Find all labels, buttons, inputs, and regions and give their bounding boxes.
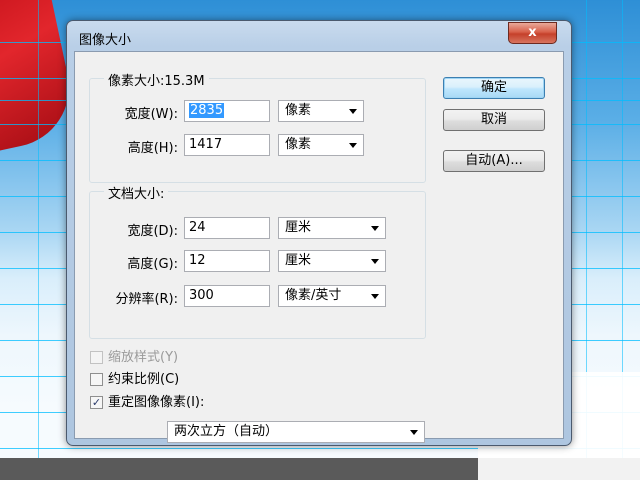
doc-width-value: 24	[189, 220, 206, 235]
pixel-width-unit: 像素	[285, 103, 312, 118]
resolution-label: 分辨率(R):	[115, 292, 178, 307]
cancel-button[interactable]: 取消	[443, 109, 545, 131]
pixel-width-input[interactable]: 2835	[184, 100, 270, 122]
resample-label: 重定图像像素(I):	[108, 395, 205, 410]
check-icon: ✓	[90, 396, 103, 409]
image-size-dialog: 图像大小 x 像素大小:15.3M 宽度(W): 2835 像素 高度(H): …	[66, 20, 572, 446]
pixel-height-value: 1417	[189, 137, 223, 152]
doc-width-unit-select[interactable]: 厘米	[278, 217, 386, 239]
resample-method-value: 两次立方（自动）	[174, 424, 279, 439]
chevron-down-icon	[371, 294, 379, 299]
resample-method-select[interactable]: 两次立方（自动）	[167, 421, 425, 443]
title-bar[interactable]: 图像大小 x	[67, 21, 571, 51]
resolution-unit-select[interactable]: 像素/英寸	[278, 285, 386, 307]
resolution-unit: 像素/英寸	[285, 288, 342, 303]
pixel-height-input[interactable]: 1417	[184, 134, 270, 156]
document-size-group: 文档大小: 宽度(D): 24 厘米 高度(G): 12 厘米 分辨率(R): …	[89, 183, 426, 339]
pixel-width-value: 2835	[189, 103, 225, 118]
dialog-client-area: 像素大小:15.3M 宽度(W): 2835 像素 高度(H): 1417 像素…	[74, 51, 564, 443]
pixel-height-label: 高度(H):	[127, 141, 178, 156]
constrain-proportions-label: 约束比例(C)	[108, 372, 180, 387]
resolution-value: 300	[189, 288, 214, 303]
doc-height-unit: 厘米	[285, 253, 312, 268]
doc-height-input[interactable]: 12	[184, 250, 270, 272]
pixel-width-unit-select[interactable]: 像素	[278, 100, 364, 122]
scale-styles-label: 缩放样式(Y)	[108, 350, 179, 365]
checkbox-box	[90, 373, 103, 386]
pixel-dimensions-group: 像素大小:15.3M 宽度(W): 2835 像素 高度(H): 1417 像素	[89, 70, 426, 183]
chevron-down-icon	[410, 430, 418, 435]
doc-width-label: 宽度(D):	[127, 224, 178, 239]
resolution-input[interactable]: 300	[184, 285, 270, 307]
window-title: 图像大小	[79, 33, 132, 48]
pixel-dimensions-title: 像素大小:15.3M	[104, 70, 209, 89]
document-size-title: 文档大小:	[104, 183, 169, 202]
pixel-height-unit-select[interactable]: 像素	[278, 134, 364, 156]
chevron-down-icon	[349, 109, 357, 114]
chevron-down-icon	[349, 143, 357, 148]
chevron-down-icon	[371, 226, 379, 231]
doc-height-value: 12	[189, 253, 206, 268]
chevron-down-icon	[371, 259, 379, 264]
auto-button[interactable]: 自动(A)...	[443, 150, 545, 172]
close-button[interactable]: x	[508, 22, 557, 44]
guide-line	[38, 0, 39, 480]
doc-height-unit-select[interactable]: 厘米	[278, 250, 386, 272]
doc-width-input[interactable]: 24	[184, 217, 270, 239]
doc-width-unit: 厘米	[285, 220, 312, 235]
checkbox-box	[90, 351, 103, 364]
pixel-width-label: 宽度(W):	[124, 107, 178, 122]
pixel-height-unit: 像素	[285, 137, 312, 152]
close-icon: x	[528, 25, 537, 40]
doc-height-label: 高度(G):	[127, 257, 178, 272]
ok-button[interactable]: 确定	[443, 77, 545, 99]
